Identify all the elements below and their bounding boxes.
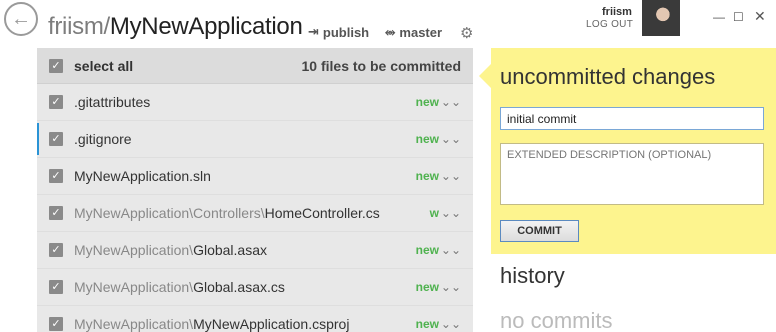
extended-description-field[interactable] (500, 143, 764, 205)
file-dir: MyNewApplication\ (74, 242, 194, 258)
file-row[interactable]: ✓ MyNewApplication\MyNewApplication.cspr… (37, 306, 473, 332)
file-status-badge: new (415, 317, 439, 331)
back-arrow-icon[interactable]: ← (4, 2, 38, 36)
file-status-badge: new (415, 280, 439, 294)
file-checkbox[interactable]: ✓ (49, 132, 63, 146)
file-name: Global.asax (193, 242, 267, 258)
file-name: MyNewApplication.csproj (193, 316, 350, 332)
chevron-down-icon[interactable]: ⌄⌄ (441, 95, 461, 109)
commit-button[interactable]: COMMIT (500, 220, 579, 242)
minimize-icon[interactable]: — (713, 10, 725, 24)
publish-button[interactable]: ⇥ publish (308, 24, 369, 40)
file-name: HomeController.cs (264, 205, 380, 221)
user-name: friism (602, 6, 632, 18)
gear-icon[interactable]: ⚙ (460, 24, 473, 42)
file-path: MyNewApplication\Global.asax (74, 242, 414, 258)
publish-label: publish (322, 24, 370, 40)
file-row[interactable]: ✓ .gitignore new ⌄⌄ (37, 121, 473, 158)
title-bar: ← friism/MyNewApplication ⇥ publish ⥈ ma… (0, 0, 776, 46)
file-list-header: ✓ select all 10 files to be committed (37, 48, 473, 84)
maximize-icon[interactable]: ☐ (733, 10, 744, 24)
file-dir: MyNewApplication\Controllers\ (74, 205, 265, 221)
file-checkbox[interactable]: ✓ (49, 206, 63, 220)
file-row[interactable]: ✓ .gitattributes new ⌄⌄ (37, 84, 473, 121)
file-status-badge: w (429, 206, 439, 220)
file-checkbox[interactable]: ✓ (49, 243, 63, 257)
file-list-panel: ✓ select all 10 files to be committed ✓ … (37, 48, 473, 332)
file-path: .gitattributes (74, 94, 414, 110)
file-row[interactable]: ✓ MyNewApplication\Global.asax new ⌄⌄ (37, 232, 473, 269)
file-name: .gitattributes (74, 94, 151, 110)
repository-title: friism/MyNewApplication (48, 13, 310, 45)
logout-link[interactable]: LOG OUT (586, 19, 633, 30)
file-row[interactable]: ✓ MyNewApplication\Controllers\HomeContr… (37, 195, 473, 232)
file-dir: MyNewApplication\ (74, 279, 194, 295)
file-name: .gitignore (74, 131, 132, 147)
repo-owner: friism (48, 13, 104, 40)
close-icon[interactable]: ✕ (754, 8, 766, 25)
file-path: MyNewApplication\MyNewApplication.csproj (74, 316, 414, 332)
branch-selector[interactable]: ⥈ master (385, 24, 442, 40)
avatar (642, 0, 680, 36)
chevron-down-icon[interactable]: ⌄⌄ (441, 132, 461, 146)
file-status-badge: new (415, 132, 439, 146)
file-status-badge: new (415, 95, 439, 109)
files-to-commit-count: 10 files to be committed (301, 58, 461, 74)
history-title: history (500, 263, 565, 288)
publish-icon: ⇥ (308, 24, 319, 39)
file-checkbox[interactable]: ✓ (49, 280, 63, 294)
file-path: MyNewApplication.sln (74, 168, 414, 184)
repo-name: MyNewApplication (109, 13, 303, 40)
file-checkbox[interactable]: ✓ (49, 95, 63, 109)
commit-summary-input[interactable] (500, 107, 764, 130)
file-path: MyNewApplication\Global.asax.cs (74, 279, 414, 295)
chevron-down-icon[interactable]: ⌄⌄ (441, 317, 461, 331)
no-commits-label: no commits (500, 308, 613, 332)
select-all-checkbox[interactable]: ✓ (49, 58, 63, 73)
select-all-label[interactable]: select all (74, 58, 133, 74)
chevron-down-icon[interactable]: ⌄⌄ (441, 169, 461, 183)
file-row[interactable]: ✓ MyNewApplication.sln new ⌄⌄ (37, 158, 473, 195)
uncommitted-changes-panel: uncommitted changes COMMIT (479, 48, 776, 254)
chevron-down-icon[interactable]: ⌄⌄ (441, 206, 461, 220)
file-path: .gitignore (74, 131, 414, 147)
chevron-down-icon[interactable]: ⌄⌄ (441, 243, 461, 257)
file-status-badge: new (415, 169, 439, 183)
file-name: Global.asax.cs (193, 279, 285, 295)
file-checkbox[interactable]: ✓ (49, 317, 63, 331)
branch-icon: ⥈ (385, 24, 396, 39)
file-status-badge: new (415, 243, 439, 257)
file-path: MyNewApplication\Controllers\HomeControl… (74, 205, 414, 221)
branch-label: master (399, 24, 443, 40)
file-name: MyNewApplication.sln (74, 168, 211, 184)
file-checkbox[interactable]: ✓ (49, 169, 63, 183)
file-dir: MyNewApplication\ (74, 316, 194, 332)
chevron-down-icon[interactable]: ⌄⌄ (441, 280, 461, 294)
file-row[interactable]: ✓ MyNewApplication\Global.asax.cs new ⌄⌄ (37, 269, 473, 306)
uncommitted-changes-title: uncommitted changes (500, 64, 716, 89)
